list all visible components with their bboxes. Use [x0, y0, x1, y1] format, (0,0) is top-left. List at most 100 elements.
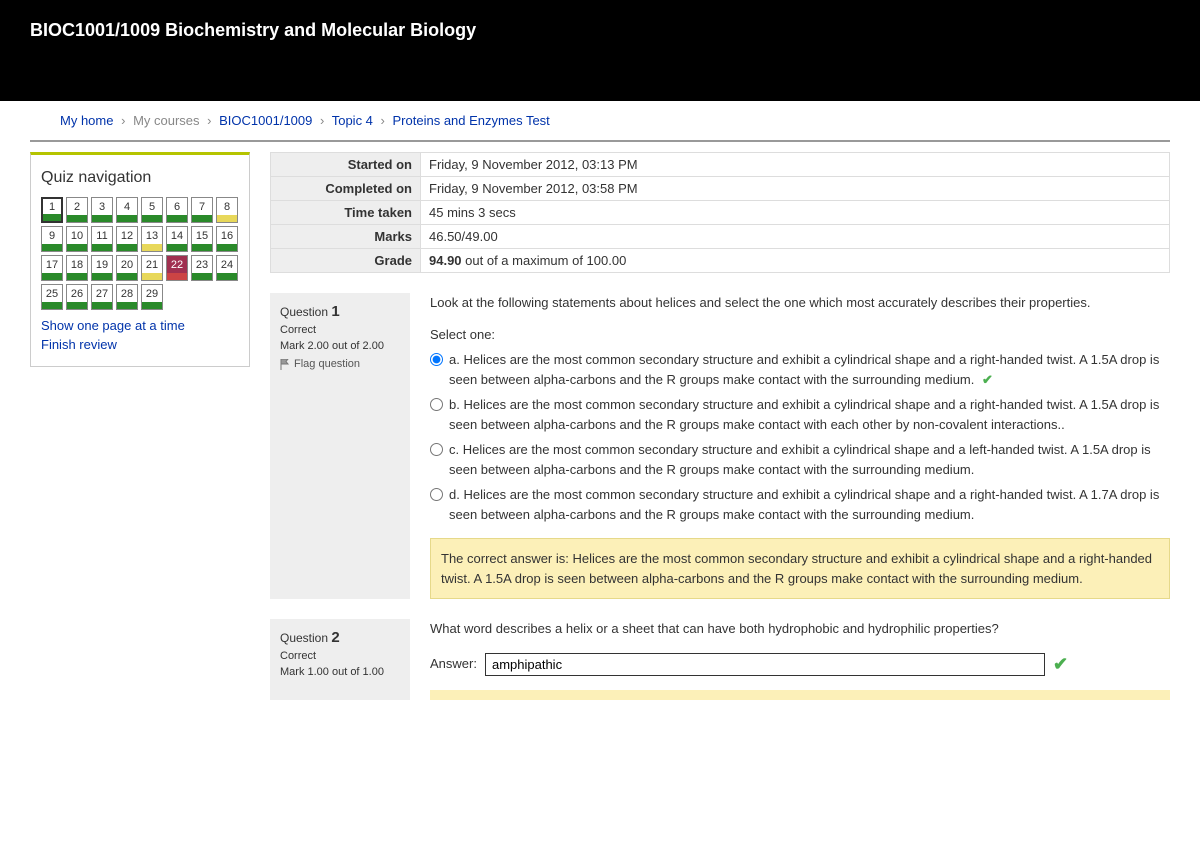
- quiz-nav-cell-status-bar: [192, 273, 212, 280]
- option-d-radio[interactable]: [430, 488, 443, 501]
- breadcrumb-home[interactable]: My home: [60, 113, 113, 128]
- quiz-nav-cell-20[interactable]: 20: [116, 255, 138, 281]
- quiz-nav-cell-27[interactable]: 27: [91, 284, 113, 310]
- option-a-text: a. Helices are the most common secondary…: [449, 352, 1159, 387]
- option-c-radio[interactable]: [430, 443, 443, 456]
- quiz-nav-cell-status-bar: [117, 273, 137, 280]
- quiz-nav-cell-status-bar: [192, 215, 212, 222]
- quiz-nav-cell-number: 14: [167, 227, 187, 244]
- breadcrumb-page[interactable]: Proteins and Enzymes Test: [393, 113, 550, 128]
- option-a-radio[interactable]: [430, 353, 443, 366]
- link-one-page[interactable]: Show one page at a time: [41, 318, 239, 333]
- quiz-nav-cell-25[interactable]: 25: [41, 284, 63, 310]
- breadcrumb-course[interactable]: BIOC1001/1009: [219, 113, 312, 128]
- link-finish-review[interactable]: Finish review: [41, 337, 239, 352]
- quiz-nav-cell-number: 5: [142, 198, 162, 215]
- check-icon: ✔: [982, 372, 993, 387]
- quiz-nav-cell-5[interactable]: 5: [141, 197, 163, 223]
- quiz-nav-cell-21[interactable]: 21: [141, 255, 163, 281]
- option-b[interactable]: b. Helices are the most common secondary…: [430, 395, 1170, 434]
- quiz-nav-cell-number: 10: [67, 227, 87, 244]
- check-icon: ✔: [1053, 651, 1068, 678]
- summary-grade-label: Grade: [271, 249, 421, 273]
- quiz-nav-cell-number: 2: [67, 198, 87, 215]
- question-text: What word describes a helix or a sheet t…: [430, 619, 1170, 639]
- breadcrumb-sep: ›: [381, 113, 385, 128]
- quiz-nav-cell-status-bar: [142, 244, 162, 251]
- quiz-nav-cell-7[interactable]: 7: [191, 197, 213, 223]
- quiz-nav-cell-status-bar: [42, 244, 62, 251]
- quiz-nav-cell-number: 13: [142, 227, 162, 244]
- quiz-nav-cell-status-bar: [42, 302, 62, 309]
- quiz-nav-cell-14[interactable]: 14: [166, 226, 188, 252]
- answer-input[interactable]: [485, 653, 1045, 676]
- quiz-nav-cell-23[interactable]: 23: [191, 255, 213, 281]
- quiz-nav-cell-8[interactable]: 8: [216, 197, 238, 223]
- flag-question[interactable]: Flag question: [280, 358, 400, 370]
- quiz-nav-cell-6[interactable]: 6: [166, 197, 188, 223]
- question-2: Question 2 Correct Mark 1.00 out of 1.00…: [270, 619, 1170, 700]
- breadcrumb-topic[interactable]: Topic 4: [332, 113, 373, 128]
- quiz-nav-cell-22[interactable]: 22: [166, 255, 188, 281]
- summary-grade-bold: 94.90: [429, 253, 462, 268]
- quiz-nav-cell-number: 28: [117, 285, 137, 302]
- course-header: BIOC1001/1009 Biochemistry and Molecular…: [0, 0, 1200, 101]
- breadcrumb: My home › My courses › BIOC1001/1009 › T…: [30, 101, 1170, 142]
- attempt-summary-table: Started on Friday, 9 November 2012, 03:1…: [270, 152, 1170, 273]
- option-d-text: d. Helices are the most common secondary…: [449, 485, 1170, 524]
- question-mark: Mark 2.00 out of 2.00: [280, 340, 400, 352]
- quiz-nav-cell-status-bar: [217, 273, 237, 280]
- quiz-nav-cell-status-bar: [142, 273, 162, 280]
- quiz-nav-cell-number: 21: [142, 256, 162, 273]
- quiz-nav-cell-19[interactable]: 19: [91, 255, 113, 281]
- summary-marks-label: Marks: [271, 225, 421, 249]
- quiz-nav-cell-9[interactable]: 9: [41, 226, 63, 252]
- summary-started-label: Started on: [271, 153, 421, 177]
- quiz-nav-cell-18[interactable]: 18: [66, 255, 88, 281]
- quiz-nav-cell-17[interactable]: 17: [41, 255, 63, 281]
- option-c-text: c. Helices are the most common secondary…: [449, 440, 1170, 479]
- question-body: What word describes a helix or a sheet t…: [410, 619, 1170, 700]
- quiz-nav-cell-29[interactable]: 29: [141, 284, 163, 310]
- quiz-nav-cell-number: 27: [92, 285, 112, 302]
- quiz-nav-cell-12[interactable]: 12: [116, 226, 138, 252]
- quiz-nav-grid: 1234567891011121314151617181920212223242…: [41, 197, 239, 310]
- quiz-nav-cell-status-bar: [67, 215, 87, 222]
- quiz-nav-cell-13[interactable]: 13: [141, 226, 163, 252]
- quiz-nav-title: Quiz navigation: [41, 169, 239, 187]
- quiz-nav-cell-status-bar: [192, 244, 212, 251]
- quiz-nav-cell-status-bar: [67, 302, 87, 309]
- quiz-nav-cell-16[interactable]: 16: [216, 226, 238, 252]
- question-text: Look at the following statements about h…: [430, 293, 1170, 313]
- quiz-nav-cell-15[interactable]: 15: [191, 226, 213, 252]
- quiz-nav-cell-26[interactable]: 26: [66, 284, 88, 310]
- quiz-nav-cell-10[interactable]: 10: [66, 226, 88, 252]
- quiz-nav-cell-11[interactable]: 11: [91, 226, 113, 252]
- summary-completed-value: Friday, 9 November 2012, 03:58 PM: [421, 177, 1170, 201]
- option-a[interactable]: a. Helices are the most common secondary…: [430, 350, 1170, 389]
- breadcrumb-sep: ›: [320, 113, 324, 128]
- summary-marks-value: 46.50/49.00: [421, 225, 1170, 249]
- quiz-nav-cell-4[interactable]: 4: [116, 197, 138, 223]
- quiz-nav-cell-3[interactable]: 3: [91, 197, 113, 223]
- question-number: 1: [331, 303, 339, 320]
- question-label: Question: [280, 631, 328, 645]
- quiz-nav-cell-2[interactable]: 2: [66, 197, 88, 223]
- question-info: Question 2 Correct Mark 1.00 out of 1.00: [270, 619, 410, 700]
- quiz-nav-cell-status-bar: [42, 273, 62, 280]
- quiz-nav-cell-number: 12: [117, 227, 137, 244]
- quiz-nav-cell-number: 8: [217, 198, 237, 215]
- quiz-nav-cell-number: 3: [92, 198, 112, 215]
- quiz-nav-cell-28[interactable]: 28: [116, 284, 138, 310]
- quiz-nav-cell-1[interactable]: 1: [41, 197, 63, 223]
- option-b-radio[interactable]: [430, 398, 443, 411]
- quiz-nav-cell-24[interactable]: 24: [216, 255, 238, 281]
- quiz-nav-cell-status-bar: [217, 215, 237, 222]
- question-number: 2: [331, 629, 339, 646]
- summary-grade-rest: out of a maximum of 100.00: [462, 253, 627, 268]
- option-d[interactable]: d. Helices are the most common secondary…: [430, 485, 1170, 524]
- option-c[interactable]: c. Helices are the most common secondary…: [430, 440, 1170, 479]
- quiz-nav-cell-number: 29: [142, 285, 162, 302]
- quiz-nav-cell-number: 22: [167, 256, 187, 273]
- question-body: Look at the following statements about h…: [410, 293, 1170, 599]
